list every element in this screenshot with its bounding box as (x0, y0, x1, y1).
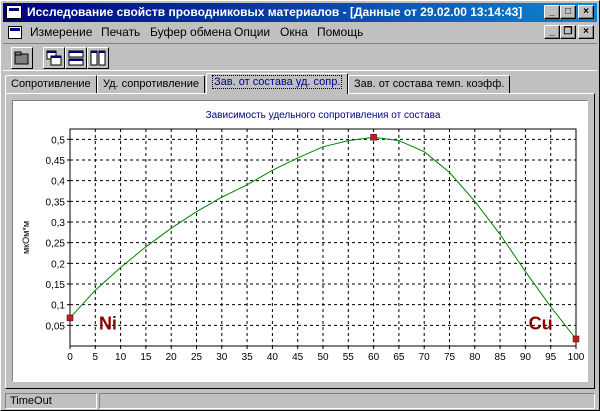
x-tick-label: 75 (444, 352, 456, 363)
menu-item-clipboard[interactable]: Буфер обмена (150, 25, 232, 39)
x-tick-label: 0 (67, 352, 73, 363)
menu-item-help[interactable]: Помощь (317, 25, 363, 39)
x-tick-label: 15 (140, 352, 152, 363)
title-bar: Исследование свойств проводниковых матер… (3, 3, 597, 22)
data-point (370, 134, 377, 141)
y-tick-label: 0,1 (51, 301, 65, 312)
tab-label: Зав. от состава темп. коэфф. (354, 78, 505, 90)
window-title: Исследование свойств проводниковых матер… (27, 5, 523, 19)
y-tick-label: 0,5 (51, 135, 65, 146)
data-point (572, 335, 580, 343)
cascade-windows-button[interactable] (43, 47, 65, 69)
y-tick-label: 0,45 (46, 156, 66, 167)
tab-strip: Сопротивление Уд. сопротивление Зав. от … (5, 73, 597, 94)
x-tick-label: 45 (292, 352, 304, 363)
y-tick-label: 0,05 (46, 321, 66, 332)
menu-bar: Измерение Печать Буфер обмена Опции Окна… (3, 23, 597, 42)
open-icon (14, 51, 29, 65)
x-tick-label: 30 (216, 352, 228, 363)
y-tick-label: 0,4 (51, 177, 65, 188)
tab-resistance[interactable]: Сопротивление (5, 75, 97, 94)
y-tick-label: 0,35 (46, 197, 66, 208)
tab-label: Сопротивление (11, 78, 91, 90)
cascade-icon (46, 50, 62, 66)
maximize-button[interactable]: □ (560, 5, 576, 19)
tab-composition-resistivity[interactable]: Зав. от состава уд. сопр. (206, 73, 349, 94)
app-icon[interactable] (6, 5, 22, 19)
doc-minimize-button[interactable]: _ (544, 25, 560, 39)
toolbar (3, 43, 597, 71)
status-text: TimeOut (5, 393, 97, 409)
menu-item-measurement[interactable]: Измерение (30, 25, 92, 39)
tile-horizontal-button[interactable] (65, 47, 87, 69)
tab-composition-temp-coeff[interactable]: Зав. от состава темп. коэфф. (348, 75, 511, 94)
x-tick-label: 20 (166, 352, 178, 363)
x-tick-label: 65 (393, 352, 405, 363)
x-tick-label: 5 (93, 352, 99, 363)
doc-close-button[interactable]: × (578, 25, 594, 39)
close-button[interactable]: × (578, 5, 594, 19)
tile-vertical-button[interactable] (87, 47, 109, 69)
menu-item-windows[interactable]: Окна (280, 25, 308, 39)
menu-item-print[interactable]: Печать (101, 25, 140, 39)
menu-item-options[interactable]: Опции (234, 25, 270, 39)
x-tick-label: 90 (520, 352, 532, 363)
x-tick-label: 35 (242, 352, 254, 363)
y-axis-label: мкОм*м (21, 221, 31, 254)
status-panel (99, 393, 595, 409)
chart-area: Зависимость удельного сопротивления от с… (12, 100, 588, 382)
x-tick-label: 70 (419, 352, 431, 363)
x-tick-label: 50 (317, 352, 329, 363)
y-tick-label: 0,15 (46, 280, 66, 291)
minimize-button[interactable]: _ (544, 5, 560, 19)
chart-title: Зависимость удельного сопротивления от с… (206, 110, 441, 121)
x-tick-label: 95 (545, 352, 557, 363)
main-window: Исследование свойств проводниковых матер… (0, 0, 600, 411)
doc-restore-button[interactable]: ❐ (560, 25, 576, 39)
tab-label: Зав. от состава уд. сопр. (212, 75, 343, 89)
annotation-cu: Cu (529, 313, 553, 333)
x-tick-label: 40 (267, 352, 279, 363)
status-bar: TimeOut (3, 392, 597, 410)
tab-panel: Зависимость удельного сопротивления от с… (5, 93, 595, 389)
data-point (66, 314, 74, 322)
x-tick-label: 60 (368, 352, 380, 363)
document-icon[interactable] (8, 26, 22, 39)
y-tick-label: 0,25 (46, 239, 66, 250)
y-tick-label: 0,2 (51, 259, 65, 270)
x-tick-label: 85 (495, 352, 507, 363)
x-tick-label: 100 (568, 352, 585, 363)
x-tick-label: 10 (115, 352, 127, 363)
open-button[interactable] (11, 47, 33, 69)
y-tick-label: 0,3 (51, 218, 65, 229)
x-tick-label: 55 (343, 352, 355, 363)
annotation-ni: Ni (99, 313, 117, 333)
resistivity-chart: Зависимость удельного сопротивления от с… (21, 110, 585, 363)
tab-label: Уд. сопротивление (103, 78, 199, 90)
tile-vertical-icon (90, 50, 106, 66)
tab-specific-resistance[interactable]: Уд. сопротивление (97, 75, 205, 94)
x-tick-label: 25 (191, 352, 203, 363)
x-tick-label: 80 (469, 352, 481, 363)
tile-horizontal-icon (68, 50, 84, 66)
